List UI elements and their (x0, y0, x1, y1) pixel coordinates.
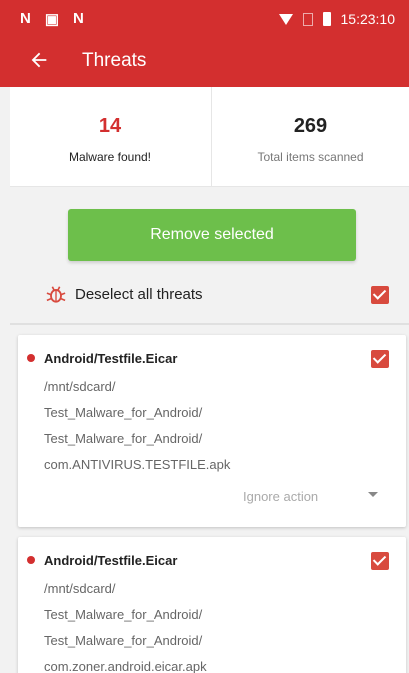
back-button[interactable] (28, 49, 50, 77)
notification-icons: N ▣ N (20, 10, 84, 28)
status-bar: N ▣ N 15:23:10 (0, 0, 409, 40)
threat-card: Android/Testfile.Eicar /mnt/sdcard/ Test… (18, 335, 406, 527)
threat-path-line: com.ANTIVIRUS.TESTFILE.apk (44, 457, 231, 472)
threat-path-line: /mnt/sdcard/ (44, 581, 116, 596)
threat-path-line: Test_Malware_for_Android/ (44, 405, 203, 420)
section-divider (10, 323, 409, 325)
notification-icon: N (73, 10, 84, 27)
threat-card: Android/Testfile.Eicar /mnt/sdcard/ Test… (18, 537, 406, 673)
notification-icon: N (20, 10, 31, 27)
arrow-left-icon (31, 52, 47, 68)
bug-icon (46, 286, 66, 303)
threat-action-dropdown[interactable]: Ignore action (243, 489, 318, 504)
deselect-all-row[interactable]: Deselect all threats (0, 278, 409, 314)
scanned-stat: 269 Total items scanned (212, 87, 409, 187)
threat-path-line: /mnt/sdcard/ (44, 379, 116, 394)
app-bar: Threats (0, 40, 409, 87)
threat-name: Android/Testfile.Eicar (44, 351, 178, 366)
notification-icon: ▣ (44, 11, 60, 28)
chevron-down-icon[interactable] (368, 492, 378, 497)
threat-checkbox[interactable] (371, 350, 389, 368)
threat-path-line: Test_Malware_for_Android/ (44, 633, 203, 648)
threat-path-line: com.zoner.android.eicar.apk (44, 659, 207, 673)
status-time: 15:23:10 (340, 11, 396, 27)
malware-label: Malware found! (68, 150, 152, 164)
deselect-all-label: Deselect all threats (75, 286, 203, 303)
deselect-all-checkbox[interactable] (371, 286, 389, 304)
threat-name: Android/Testfile.Eicar (44, 553, 178, 568)
malware-stat: 14 Malware found! (10, 87, 210, 187)
threat-path-line: Test_Malware_for_Android/ (44, 431, 203, 446)
threat-path-line: Test_Malware_for_Android/ (44, 607, 203, 622)
remove-selected-button[interactable]: Remove selected (68, 209, 356, 261)
threat-indicator-dot (27, 556, 35, 564)
sim-icon (302, 12, 313, 26)
wifi-icon (278, 13, 293, 25)
threat-checkbox[interactable] (371, 552, 389, 570)
scan-stats: 14 Malware found! 269 Total items scanne… (10, 87, 409, 187)
scanned-count: 269 (293, 115, 328, 137)
malware-count: 14 (98, 115, 122, 137)
page-title: Threats (82, 50, 147, 71)
battery-icon (322, 12, 331, 26)
scanned-label: Total items scanned (257, 150, 364, 164)
threat-indicator-dot (27, 354, 35, 362)
